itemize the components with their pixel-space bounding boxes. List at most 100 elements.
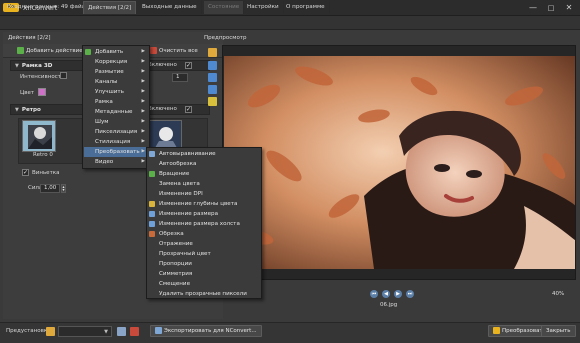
menu-item-add[interactable]: Добавить ▶ (84, 47, 148, 57)
submenu-item[interactable]: Изменение DPI (148, 189, 260, 199)
arrow-icon[interactable] (208, 73, 217, 82)
strength-stepper[interactable]: ▴ ▾ (61, 184, 66, 193)
zoom-level: 40% (552, 291, 565, 297)
presets-dropdown[interactable]: ▼ (58, 326, 112, 337)
retro-enabled-label: Включено (148, 106, 177, 112)
submenu-item[interactable]: Пропорции (148, 259, 260, 269)
submenu-item[interactable]: Обрезка (148, 229, 260, 239)
menu-item-blur[interactable]: Размытие ▶ (84, 67, 148, 77)
submenu-item[interactable]: Изменение размера холста (148, 219, 260, 229)
frame-enabled-label: Включено (148, 62, 177, 68)
submenu-item[interactable]: Изменение размера (148, 209, 260, 219)
retro-thumb-image (23, 121, 55, 151)
submenu-item[interactable]: Удалить прозрачные пиксели (148, 289, 260, 299)
retro-thumb[interactable] (22, 120, 56, 152)
submenu-arrow-icon: ▶ (141, 139, 145, 144)
submenu-item[interactable]: Прозрачный цвет (148, 249, 260, 259)
submenu-item[interactable]: Изменение глубины цвета (148, 199, 260, 209)
arrow-icon[interactable] (208, 85, 217, 94)
collapse-icon: ▼ (15, 107, 19, 113)
submenu-item[interactable]: Симметрия (148, 269, 260, 279)
submenu-arrow-icon: ▶ (141, 79, 145, 84)
preview-area (222, 45, 576, 280)
export-nconvert-button[interactable]: Экспортировать для NConvert... (150, 325, 262, 337)
close-button[interactable]: Закрыть (541, 325, 576, 337)
submenu-arrow-icon: ▶ (141, 109, 145, 114)
save-icon[interactable] (117, 327, 126, 336)
next-icon[interactable]: ▶ (394, 290, 402, 298)
color-label: Цвет (20, 90, 35, 96)
collapse-icon: ▼ (15, 63, 19, 69)
export-icon (155, 327, 162, 334)
frame-enabled-checkbox[interactable]: ✓ (185, 62, 192, 69)
tab-settings[interactable]: Настройки (243, 1, 284, 14)
close-window-button[interactable]: ✕ (560, 2, 578, 14)
preview-image (224, 56, 575, 269)
submenu-arrow-icon: ▶ (141, 99, 145, 104)
maximize-button[interactable]: □ (542, 2, 560, 14)
transform-submenu: Автовыравнивание Автообрезка Вращение За… (146, 147, 262, 299)
submenu-item[interactable]: Вращение (148, 169, 260, 179)
actions-header: Действия [2/2] (8, 35, 51, 41)
rotate-icon (149, 171, 155, 177)
add-action-button[interactable]: Добавить действие> (17, 46, 87, 57)
submenu-arrow-icon: ▶ (141, 149, 145, 154)
preview-file-name: 06.jpg (380, 302, 398, 308)
submenu-item[interactable]: Замена цвета (148, 179, 260, 189)
tab-bar (0, 16, 580, 30)
menu-item-channels[interactable]: Каналы ▶ (84, 77, 148, 87)
submenu-arrow-icon: ▶ (141, 59, 145, 64)
tab-actions[interactable]: Действия [2/2] (83, 1, 137, 14)
strength-input[interactable]: 1,00 (40, 184, 60, 193)
intensity-label: Интенсивность (20, 74, 65, 80)
folder-icon[interactable] (46, 327, 55, 336)
vignette-checkbox[interactable]: ✓ (22, 169, 29, 176)
submenu-item[interactable]: Смещение (148, 279, 260, 289)
image-icon[interactable] (208, 97, 217, 106)
menu-item-pixelize[interactable]: Пикселизация ▶ (84, 127, 148, 137)
menu-item-video[interactable]: Видео ▶ (84, 157, 148, 167)
arrow-icon[interactable] (208, 61, 217, 70)
clear-all-button[interactable]: Очистить все (150, 46, 198, 57)
menu-item-enhance[interactable]: Улучшить ▶ (84, 87, 148, 97)
submenu-arrow-icon: ▶ (141, 159, 145, 164)
menu-item-stylize[interactable]: Стилизация ▶ (84, 137, 148, 147)
menu-item-correction[interactable]: Коррекция ▶ (84, 57, 148, 67)
submenu-item[interactable]: Автовыравнивание (148, 149, 260, 159)
submenu-arrow-icon: ▶ (141, 49, 145, 54)
vignette-label: Виньетка (32, 170, 60, 176)
tab-output[interactable]: Выходные данные (138, 1, 202, 14)
plus-icon (17, 47, 24, 54)
menu-item-frame[interactable]: Рамка ▶ (84, 97, 148, 107)
chevron-down-icon: ▼ (104, 329, 108, 335)
menu-item-noise[interactable]: Шум ▶ (84, 117, 148, 127)
previous-icon[interactable]: ◀ (382, 290, 390, 298)
add-action-menu: Добавить ▶ Коррекция ▶ Размытие ▶ Каналы ▶ У… (82, 45, 150, 169)
canvas-resize-icon (149, 221, 155, 227)
intensity-slider-handle[interactable] (60, 72, 67, 79)
preview-navigation: ⏮ ◀ ▶ ⏭ (222, 290, 576, 302)
open-folder-icon[interactable] (208, 48, 217, 57)
menu-item-transform[interactable]: Преобразовать ▶ (84, 147, 148, 157)
clear-icon (150, 47, 157, 54)
submenu-item[interactable]: Отражение (148, 239, 260, 249)
color-depth-icon (149, 201, 155, 207)
color-swatch[interactable] (38, 88, 46, 96)
tab-about[interactable]: О программе (282, 1, 330, 14)
delete-icon[interactable] (130, 327, 139, 336)
retro-enabled-checkbox[interactable]: ✓ (185, 106, 192, 113)
submenu-arrow-icon: ▶ (141, 129, 145, 134)
last-icon[interactable]: ⏭ (406, 290, 414, 298)
submenu-arrow-icon: ▶ (141, 69, 145, 74)
submenu-arrow-icon: ▶ (141, 119, 145, 124)
submenu-arrow-icon: ▶ (141, 89, 145, 94)
tab-status[interactable]: Состояние (204, 1, 245, 14)
convert-icon (493, 327, 500, 334)
preview-label: Предпросмотр (204, 35, 247, 41)
minimize-button[interactable]: — (524, 2, 542, 14)
menu-item-metadata[interactable]: Метаданные ▶ (84, 107, 148, 117)
intensity-input[interactable]: 1 (172, 73, 188, 82)
plus-icon (85, 49, 91, 55)
submenu-item[interactable]: Автообрезка (148, 159, 260, 169)
first-icon[interactable]: ⏮ (370, 290, 378, 298)
